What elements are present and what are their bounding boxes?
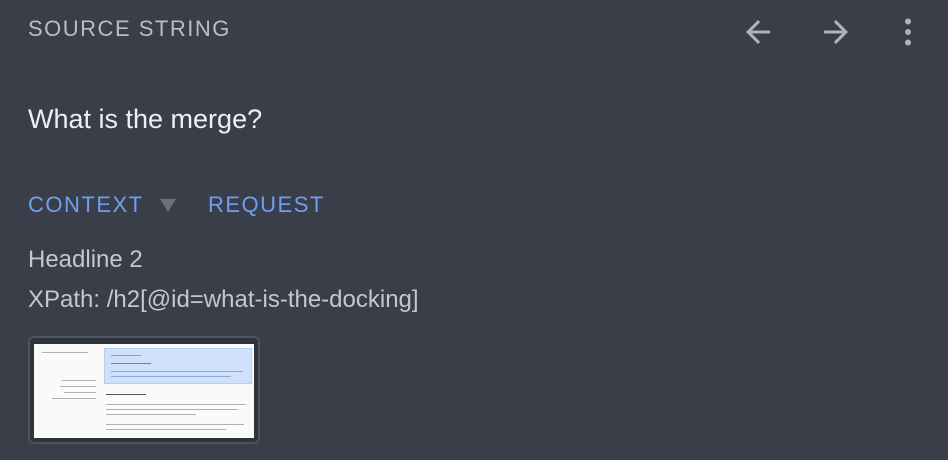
back-button[interactable] [738, 12, 778, 52]
screenshot-image: ​ [34, 344, 254, 438]
context-xpath: XPath: /h2[@id=what-is-the-docking] [28, 286, 419, 313]
forward-button[interactable] [816, 12, 856, 52]
caret-down-icon[interactable] [160, 199, 176, 212]
context-screenshot-thumbnail[interactable]: ​ [28, 336, 260, 444]
thumbnail-banner [104, 348, 252, 384]
source-string-text: What is the merge? [28, 104, 263, 134]
more-vertical-icon [905, 18, 911, 46]
header: SOURCE STRING [28, 16, 928, 46]
tab-context[interactable]: CONTEXT [28, 192, 144, 218]
arrow-left-icon [746, 20, 770, 44]
thumbnail-sidebar: ​ [34, 344, 102, 438]
arrow-right-icon [824, 20, 848, 44]
tab-request[interactable]: REQUEST [208, 192, 325, 218]
section-title: SOURCE STRING [28, 16, 231, 41]
context-element-type: Headline 2 [28, 246, 143, 273]
more-options-button[interactable] [888, 12, 928, 52]
